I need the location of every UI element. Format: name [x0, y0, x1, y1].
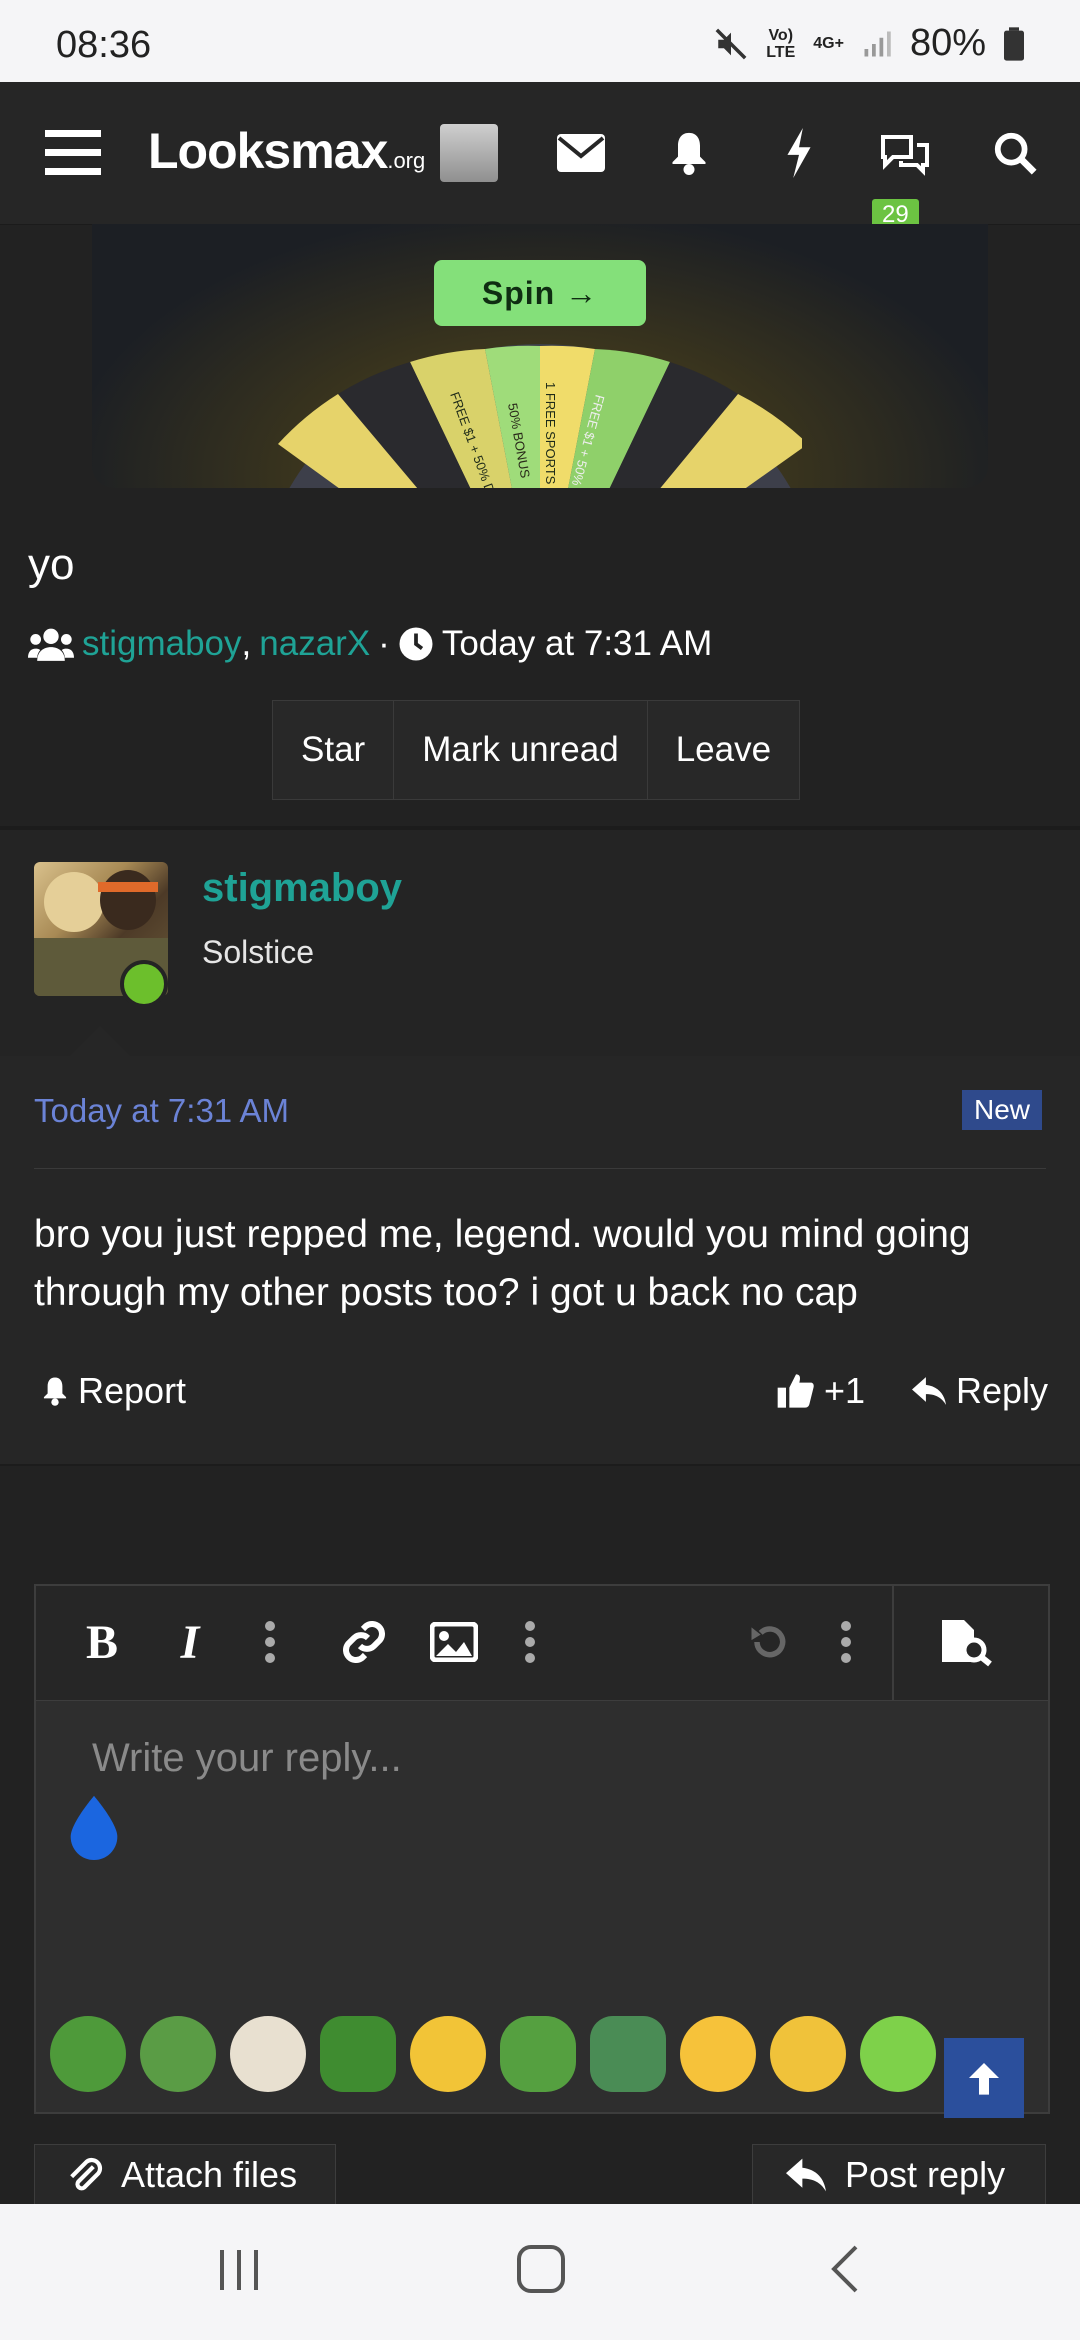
participants-icon	[28, 628, 74, 661]
battery-icon	[1004, 26, 1024, 61]
post-reply-label: Post reply	[845, 2154, 1006, 2195]
reply-input[interactable]: Write your reply...	[92, 1736, 402, 1781]
bell-icon[interactable]	[656, 120, 722, 186]
post-time[interactable]: Today at 7:31 AM	[34, 1092, 289, 1130]
status-bar: 08:36 Vo) LTE 4G+ 80%	[0, 0, 1080, 82]
heart-eyes-smilie[interactable]	[680, 2016, 756, 2092]
back-icon[interactable]	[826, 2244, 862, 2294]
lightning-icon[interactable]	[766, 120, 832, 186]
bell-icon	[43, 1377, 67, 1406]
menu-icon[interactable]	[40, 120, 106, 186]
separator: ,	[241, 624, 252, 663]
tears-of-joy-smilie[interactable]	[770, 2016, 846, 2092]
meta-dot: ·	[378, 624, 390, 663]
post-body: Today at 7:31 AM New bro you just repped…	[0, 1056, 1080, 1464]
mark-unread-button[interactable]: Mark unread	[394, 701, 648, 799]
post-arrow	[70, 1026, 130, 1056]
thread-title: yo	[28, 540, 75, 589]
thread-meta: stigmaboy, nazarX · Today at 7:31 AM	[28, 624, 712, 664]
divider	[0, 1464, 1080, 1466]
pepe-kiss-smilie[interactable]	[140, 2016, 216, 2092]
crying-face-smilie[interactable]	[230, 2016, 306, 2092]
report-label: Report	[78, 1370, 187, 1411]
post-reply-button[interactable]: Post reply	[752, 2144, 1046, 2206]
bold-button[interactable]: B	[72, 1612, 132, 1672]
volte-indicator: Vo) LTE	[766, 26, 796, 61]
reply-label: Reply	[956, 1370, 1049, 1411]
mute-icon	[715, 28, 747, 59]
like-button[interactable]: +1	[776, 1370, 865, 1412]
status-icons: Vo) LTE 4G+ 80%	[714, 22, 1024, 65]
thinking-smilie[interactable]	[410, 2016, 486, 2092]
pepe-hands-smilie[interactable]	[590, 2016, 666, 2092]
cursor-handle[interactable]	[66, 1792, 122, 1862]
nauseated-smilie[interactable]	[860, 2016, 936, 2092]
home-icon[interactable]	[516, 2244, 566, 2294]
more-options-icon[interactable]	[816, 1612, 876, 1672]
star-button[interactable]: Star	[273, 701, 395, 799]
pepe-laugh-smilie[interactable]	[500, 2016, 576, 2092]
user-avatar[interactable]	[440, 124, 498, 182]
reply-editor: B I Write your reply...	[34, 1584, 1050, 2114]
reply-icon	[912, 1377, 946, 1405]
scroll-to-top-button[interactable]	[944, 2038, 1024, 2118]
post-user-block: stigmaboy Solstice	[0, 830, 1080, 1056]
recent-apps-icon[interactable]	[216, 2244, 262, 2294]
editor-toolbar: B I	[36, 1586, 1048, 1701]
participant-link[interactable]: nazarX	[259, 624, 370, 664]
italic-button[interactable]: I	[160, 1612, 220, 1672]
attach-files-label: Attach files	[121, 2154, 298, 2195]
reaction-count: +1	[824, 1370, 866, 1411]
top-nav: Looksmax.org 29	[0, 82, 1080, 231]
pepe-grin-smilie[interactable]	[50, 2016, 126, 2092]
spin-button[interactable]: Spin →	[434, 260, 646, 326]
battery-percent: 80%	[909, 22, 986, 64]
preview-icon[interactable]	[936, 1612, 996, 1672]
reply-button[interactable]: Reply	[910, 1370, 1048, 1412]
system-nav-bar	[0, 2204, 1080, 2340]
wheel-label: 1 FREE SPORTS BET	[543, 382, 558, 488]
clock-icon	[399, 627, 433, 661]
mail-icon[interactable]	[548, 120, 614, 186]
attach-files-button[interactable]: Attach files	[34, 2144, 336, 2206]
image-icon[interactable]	[424, 1612, 484, 1672]
post-divider	[34, 1168, 1046, 1169]
reply-icon	[786, 2158, 826, 2192]
more-insert-options-icon[interactable]	[500, 1612, 560, 1672]
participant-link[interactable]: stigmaboy	[82, 624, 242, 664]
pepe-sad-smilie[interactable]	[320, 2016, 396, 2092]
prize-wheel: 50% BONUS 1 FREE SPORTS BET FREE $1 + 50…	[278, 344, 802, 488]
arrow-up-icon	[969, 2063, 999, 2095]
thumbs-up-icon	[777, 1374, 814, 1408]
search-icon[interactable]	[982, 120, 1048, 186]
online-indicator	[120, 960, 168, 1008]
user-title: Solstice	[202, 934, 315, 970]
smilie-bar	[50, 2016, 936, 2092]
paperclip-icon	[70, 2157, 103, 2191]
signal-icon	[864, 31, 891, 56]
promo-banner[interactable]: 50% BONUS 1 FREE SPORTS BET FREE $1 + 50…	[92, 224, 988, 488]
toolbar-separator	[892, 1586, 894, 1700]
link-icon[interactable]	[334, 1612, 394, 1672]
thread-actions: Star Mark unread Leave	[272, 700, 801, 800]
report-button[interactable]: Report	[40, 1370, 186, 1412]
network-4g-indicator: 4G+	[813, 35, 844, 52]
conversations-icon[interactable]	[872, 120, 938, 186]
leave-button[interactable]: Leave	[648, 701, 799, 799]
status-time: 08:36	[56, 24, 152, 66]
new-badge: New	[962, 1090, 1043, 1130]
more-text-options-icon[interactable]	[240, 1612, 300, 1672]
undo-icon[interactable]	[738, 1612, 798, 1672]
post-username[interactable]: stigmaboy	[202, 866, 402, 911]
thread-time: Today at 7:31 AM	[441, 624, 713, 663]
site-logo[interactable]: Looksmax.org	[148, 122, 425, 180]
post-text: bro you just repped me, legend. would yo…	[34, 1213, 971, 1314]
